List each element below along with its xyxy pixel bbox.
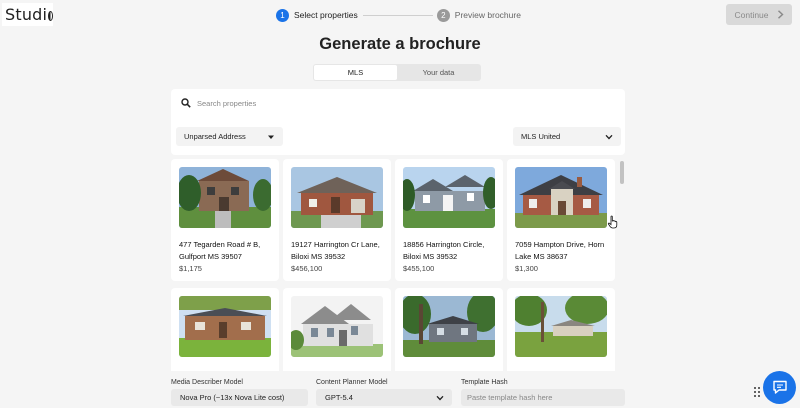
property-photo: [291, 167, 383, 228]
mls-select[interactable]: MLS United: [513, 127, 621, 146]
logo-dot-icon: [48, 11, 53, 21]
page-title: Generate a brochure: [319, 35, 481, 53]
property-card[interactable]: [395, 288, 503, 371]
property-photo: [291, 296, 383, 357]
property-card[interactable]: 18856 Harrington Circle, Biloxi MS 39532…: [395, 159, 503, 281]
logo-text: Studi: [5, 5, 48, 24]
property-card[interactable]: 477 Tegarden Road # B, Gulfport MS 39507…: [171, 159, 279, 281]
property-list-scrollbar[interactable]: [620, 161, 624, 184]
chevron-right-icon: [777, 10, 784, 19]
property-grid: 477 Tegarden Road # B, Gulfport MS 39507…: [171, 159, 617, 371]
tab-your-data[interactable]: Your data: [397, 65, 480, 80]
step-1-label: Select properties: [294, 10, 358, 20]
property-photo: [403, 167, 495, 228]
media-model-value: Nova Pro (~13x Nova Lite cost): [180, 393, 285, 402]
media-model-select[interactable]: Nova Pro (~13x Nova Lite cost): [171, 389, 308, 406]
caret-down-icon: [268, 135, 274, 139]
studio-logo[interactable]: Studi: [2, 3, 53, 26]
property-card[interactable]: 7059 Hampton Drive, Horn Lake MS 38637 $…: [507, 159, 615, 281]
property-card[interactable]: [507, 288, 615, 371]
property-photo: [179, 296, 271, 357]
property-card[interactable]: 19127 Harrington Cr Lane, Biloxi MS 3953…: [283, 159, 391, 281]
continue-label: Continue: [734, 9, 769, 20]
property-photo: [515, 296, 607, 357]
planner-model-select[interactable]: GPT-5.4: [316, 389, 452, 406]
media-model-label: Media Describer Model: [171, 379, 243, 386]
property-price: $1,175: [179, 264, 202, 273]
tab-mls[interactable]: MLS: [314, 65, 397, 80]
step-connector: [362, 14, 433, 16]
source-tabs: MLS Your data: [313, 64, 481, 81]
chevron-down-icon: [605, 134, 613, 140]
address-type-value: Unparsed Address: [184, 132, 246, 141]
hand-pointer-icon: [607, 215, 618, 229]
mls-value: MLS United: [521, 132, 561, 141]
property-photo: [403, 296, 495, 357]
property-card[interactable]: [283, 288, 391, 371]
chevron-down-icon: [436, 395, 444, 401]
property-price: $456,100: [291, 264, 323, 273]
progress-stepper: 1 Select properties 2 Preview brochure: [276, 8, 521, 22]
step-2-label: Preview brochure: [454, 10, 521, 20]
property-photo: [179, 167, 271, 228]
chat-bubble-icon: [772, 380, 787, 394]
step-1-number: 1: [276, 8, 289, 22]
drag-grip-icon[interactable]: [753, 386, 761, 398]
property-card[interactable]: [171, 288, 279, 371]
template-hash-input[interactable]: [461, 389, 625, 406]
search-input[interactable]: [195, 95, 499, 111]
property-price: $455,100: [403, 264, 435, 273]
property-address: 18856 Harrington Circle, Biloxi MS 39532: [403, 240, 485, 261]
property-price: $1,300: [515, 264, 538, 273]
address-type-select[interactable]: Unparsed Address: [176, 127, 283, 146]
step-2-number: 2: [436, 8, 450, 22]
template-hash-label: Template Hash: [461, 379, 508, 386]
chat-button[interactable]: [763, 371, 796, 404]
search-icon: [181, 98, 191, 108]
continue-button[interactable]: Continue: [726, 4, 792, 25]
planner-model-label: Content Planner Model: [316, 379, 388, 386]
property-address: 477 Tegarden Road # B, Gulfport MS 39507: [179, 240, 261, 261]
property-address: 19127 Harrington Cr Lane, Biloxi MS 3953…: [291, 240, 380, 261]
property-address: 7059 Hampton Drive, Horn Lake MS 38637: [515, 240, 605, 261]
property-photo: [515, 167, 607, 228]
planner-model-value: GPT-5.4: [325, 393, 353, 402]
